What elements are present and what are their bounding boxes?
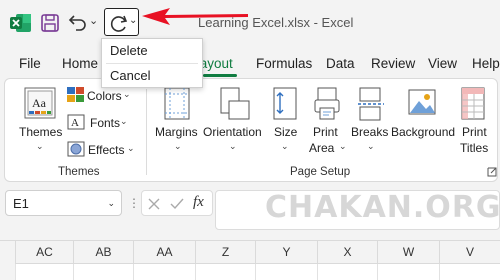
margins-icon [164,87,190,120]
print-area-icon [314,87,340,120]
margins-button[interactable]: Margins [155,125,198,139]
themes-icon: Aa [24,87,56,119]
cell[interactable] [378,264,440,280]
print-area-label-line1[interactable]: Print [313,125,338,139]
cell[interactable] [318,264,378,280]
name-box-value: E1 [13,196,29,211]
select-all-corner[interactable] [0,241,16,264]
themes-dropdown-icon[interactable]: ⌄ [36,141,44,152]
cell[interactable] [74,264,134,280]
colors-dropdown-icon[interactable]: ⌄ [123,89,131,100]
colors-button[interactable]: Colors [87,89,122,103]
size-dropdown-icon[interactable]: ⌄ [281,141,289,152]
tab-view[interactable]: View [428,56,457,71]
column-header[interactable]: V [440,241,500,264]
group-label-themes: Themes [58,166,100,178]
svg-text:A: A [71,117,79,129]
effects-icon [67,141,85,157]
cell[interactable] [134,264,196,280]
tab-file[interactable]: File [19,56,41,71]
effects-dropdown-icon[interactable]: ⌄ [127,143,135,154]
themes-button[interactable]: Themes [19,125,62,139]
confirm-entry-icon[interactable] [170,198,184,210]
print-titles-label-line2[interactable]: Titles [460,141,488,155]
tab-formulas[interactable]: Formulas [256,56,312,71]
breaks-button[interactable]: Breaks [351,125,388,139]
redo-icon [110,15,128,32]
undo-icon[interactable] [68,12,88,32]
breaks-dropdown-icon[interactable]: ⌄ [367,141,375,152]
redo-dropdown-icon[interactable]: ⌄ [129,15,137,26]
redo-dropdown-menu: Delete Cancel [101,38,203,88]
name-box[interactable]: E1 ⌄ [5,190,122,216]
save-icon[interactable] [40,13,60,33]
orientation-dropdown-icon[interactable]: ⌄ [229,141,237,152]
worksheet-grid[interactable] [0,264,500,280]
tab-review[interactable]: Review [371,56,415,71]
cell[interactable] [196,264,256,280]
red-arrow-annotation [142,8,248,25]
ribbon-tabs: File Home Page Layout Formulas Data Revi… [0,50,500,78]
insert-function-icon[interactable]: fx [193,194,204,211]
tab-help[interactable]: Help [472,56,500,71]
active-tab-indicator [203,74,237,77]
column-header[interactable]: Y [256,241,318,264]
cancel-entry-icon[interactable] [148,198,160,210]
print-area-dropdown-icon[interactable]: ⌄ [339,141,347,152]
column-header[interactable]: Z [196,241,256,264]
tab-home[interactable]: Home [62,56,98,71]
cell[interactable] [16,264,74,280]
column-header[interactable]: W [378,241,440,264]
row-header[interactable] [0,264,16,280]
background-icon [408,89,436,115]
name-box-dropdown-icon[interactable]: ⌄ [107,198,115,209]
effects-button[interactable]: Effects [88,143,124,157]
menu-item-cancel[interactable]: Cancel [102,64,202,88]
group-label-page-setup: Page Setup [290,166,351,178]
print-titles-icon [461,87,485,120]
undo-dropdown-icon[interactable]: ⌄ [89,14,98,27]
watermark-text: CHAKAN.ORG [265,190,500,225]
size-button[interactable]: Size [274,125,297,139]
redo-button[interactable]: ⌄ [104,8,139,36]
orientation-button[interactable]: Orientation [203,125,262,139]
print-area-label-line2[interactable]: Area [309,141,334,155]
svg-text:Aa: Aa [32,96,47,110]
column-header[interactable]: AA [134,241,196,264]
size-icon [273,87,297,120]
tab-data[interactable]: Data [326,56,355,71]
print-titles-label-line1[interactable]: Print [462,125,487,139]
colors-icon [67,87,84,102]
group-divider [146,89,147,175]
dialog-launcher-icon[interactable] [487,167,497,177]
ribbon: Aa Themes ⌄ Colors ⌄ A Fonts ⌄ Effects ⌄… [4,78,498,182]
fonts-icon: A [67,114,85,130]
orientation-icon [220,87,250,120]
excel-logo-icon [10,14,31,32]
cell[interactable] [440,264,500,280]
title-bar: ⌄ ⌄ Learning Excel.xlsx - Excel [0,0,500,46]
column-header[interactable]: AB [74,241,134,264]
fonts-dropdown-icon[interactable]: ⌄ [120,116,128,127]
column-header[interactable]: X [318,241,378,264]
fonts-button[interactable]: Fonts [90,116,120,130]
background-button[interactable]: Background [391,125,455,139]
column-header[interactable]: AC [16,241,74,264]
more-icon[interactable]: ⋮ [128,196,140,210]
cell[interactable] [256,264,318,280]
formula-controls: fx [141,190,213,216]
menu-item-delete[interactable]: Delete [102,39,202,63]
breaks-icon [358,87,384,121]
column-header-row: AC AB AA Z Y X W V [0,240,500,264]
margins-dropdown-icon[interactable]: ⌄ [174,141,182,152]
